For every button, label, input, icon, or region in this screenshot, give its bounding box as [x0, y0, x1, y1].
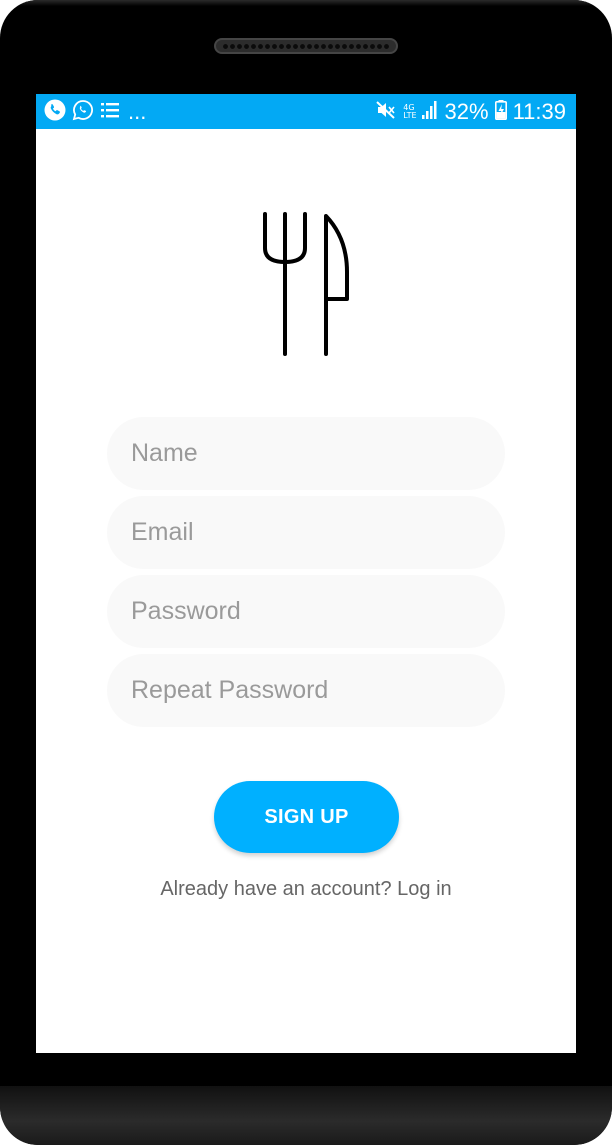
list-icon	[100, 100, 120, 124]
password-field[interactable]	[107, 575, 505, 648]
fork-knife-icon	[260, 210, 352, 360]
repeat-password-field[interactable]	[107, 654, 505, 727]
speaker-grille	[222, 43, 390, 50]
status-bar-notifications: ...	[44, 99, 147, 125]
battery-percentage: 32%	[444, 99, 489, 124]
phone-bottom-bezel	[0, 1086, 612, 1145]
app-screen: ... 4G LTE 32% 11:39 Name Email SIGN UP …	[36, 94, 576, 1053]
mute-icon	[375, 99, 397, 125]
phone-frame: ... 4G LTE 32% 11:39 Name Email SIGN UP …	[0, 0, 612, 1145]
battery-charging-icon	[494, 100, 507, 124]
whatsapp-icon	[72, 99, 94, 125]
signal-strength-icon	[421, 100, 439, 124]
status-bar-system: 4G LTE 32% 11:39	[375, 98, 566, 126]
name-field[interactable]	[107, 417, 505, 490]
phone-top-edge	[14, 0, 598, 6]
login-link[interactable]: Already have an account? Log in	[36, 878, 576, 901]
sign-up-button[interactable]: SIGN UP	[214, 781, 399, 853]
more-notifications-indicator: ...	[128, 99, 147, 124]
earpiece-speaker	[214, 38, 398, 54]
clock: 11:39	[512, 99, 566, 124]
email-field[interactable]	[107, 496, 505, 569]
phone-call-icon	[44, 99, 66, 125]
network-type-indicator: 4G LTE	[403, 104, 416, 120]
status-bar: ... 4G LTE 32% 11:39	[36, 94, 576, 129]
network-subtype-label: LTE	[403, 111, 417, 120]
